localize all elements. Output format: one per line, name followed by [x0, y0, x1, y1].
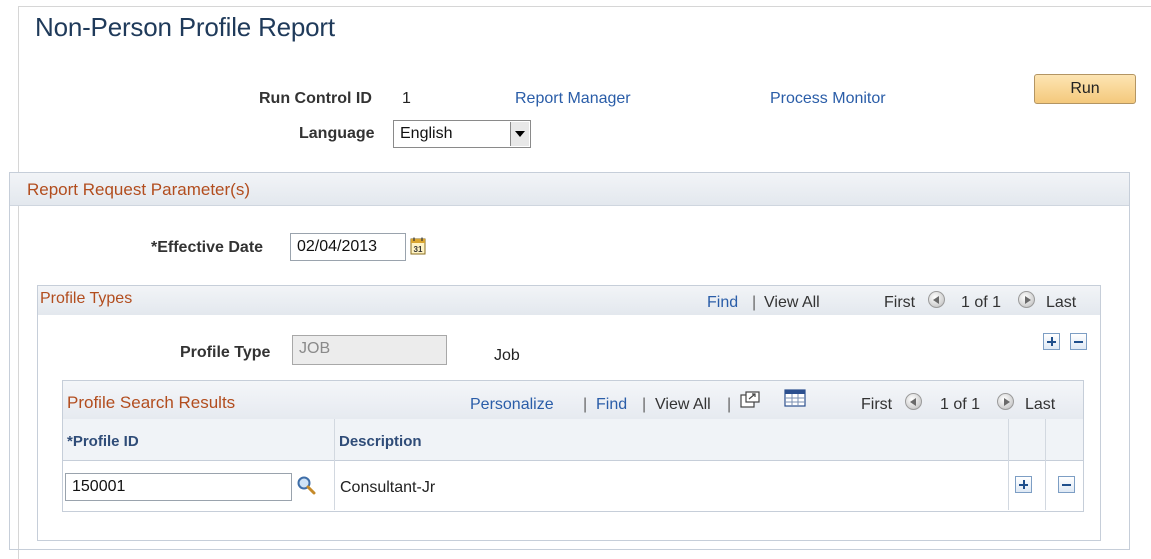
search-icon[interactable] [296, 475, 316, 495]
separator: | [727, 396, 732, 413]
column-divider [1045, 419, 1046, 510]
effective-date-label: *Effective Date [151, 239, 264, 256]
column-divider [334, 419, 335, 510]
svg-text:31: 31 [414, 245, 423, 254]
profile-types-counter: 1 of 1 [961, 294, 1002, 311]
previous-arrow-icon[interactable] [928, 291, 945, 308]
profile-types-title: Profile Types [40, 290, 133, 307]
profile-types-find-link[interactable]: Find [707, 294, 738, 312]
profile-id-input[interactable]: 150001 [65, 473, 292, 501]
page-frame-top [18, 6, 1151, 7]
search-results-last: Last [1025, 396, 1056, 413]
separator: | [752, 294, 757, 311]
run-control-value: 1 [402, 90, 411, 107]
column-header-profile-id: *Profile ID [67, 433, 139, 450]
report-manager-link[interactable]: Report Manager [515, 90, 631, 108]
process-monitor-link[interactable]: Process Monitor [770, 90, 886, 108]
delete-row-icon[interactable] [1070, 333, 1087, 350]
profile-types-first: First [884, 294, 916, 311]
new-window-icon[interactable] [740, 391, 760, 409]
calendar-icon[interactable]: 31 [410, 237, 426, 255]
add-row-icon[interactable] [1015, 476, 1032, 493]
column-divider [1008, 419, 1009, 510]
run-button[interactable]: Run [1034, 74, 1136, 104]
page-title: Non-Person Profile Report [35, 12, 335, 42]
add-row-icon[interactable] [1043, 333, 1060, 350]
next-arrow-icon[interactable] [1018, 291, 1035, 308]
chevron-down-icon[interactable] [510, 122, 529, 146]
description-value: Consultant-Jr [340, 479, 436, 496]
previous-arrow-icon[interactable] [905, 393, 922, 410]
search-results-find-link[interactable]: Find [596, 396, 627, 414]
profile-search-results-title: Profile Search Results [67, 393, 236, 412]
spreadsheet-download-icon[interactable] [784, 389, 806, 407]
search-results-view-all-link[interactable]: View All [655, 396, 711, 414]
report-parameters-title: Report Request Parameter(s) [27, 180, 250, 199]
profile-type-value: JOB [299, 340, 331, 357]
separator: | [583, 396, 588, 413]
personalize-link[interactable]: Personalize [470, 396, 554, 414]
column-header-row [63, 419, 1083, 461]
column-header-description: Description [339, 433, 422, 450]
language-select-value: English [400, 125, 453, 142]
next-arrow-icon[interactable] [997, 393, 1014, 410]
profile-type-label: Profile Type [180, 344, 271, 361]
separator: | [642, 396, 647, 413]
language-label: Language [299, 125, 375, 142]
effective-date-value: 02/04/2013 [297, 238, 378, 255]
profile-type-description: Job [494, 347, 520, 364]
profile-type-field: JOB [292, 335, 447, 365]
search-results-first: First [861, 396, 893, 413]
delete-row-icon[interactable] [1058, 476, 1075, 493]
search-results-counter: 1 of 1 [940, 396, 981, 413]
effective-date-input[interactable]: 02/04/2013 [290, 233, 406, 261]
run-control-label: Run Control ID [259, 90, 372, 107]
profile-types-last: Last [1046, 294, 1077, 311]
profile-types-view-all-link[interactable]: View All [764, 294, 820, 312]
language-select[interactable]: English [393, 120, 531, 148]
profile-id-value: 150001 [72, 478, 126, 495]
